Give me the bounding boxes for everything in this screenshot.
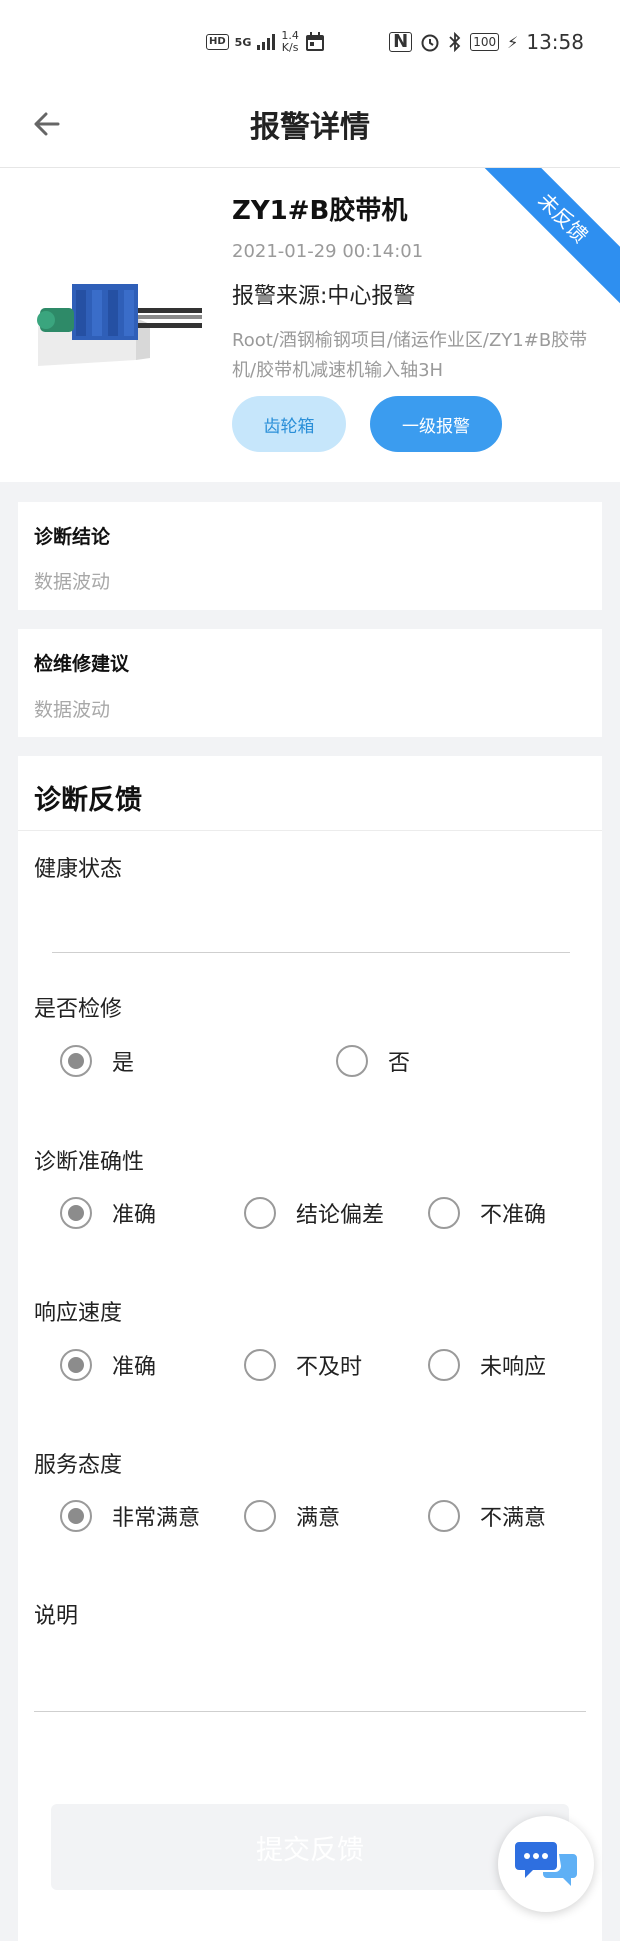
- diagnosis-section: 诊断结论 数据波动: [18, 502, 602, 610]
- feedback-title: 诊断反馈: [34, 785, 142, 816]
- speed-option-late-label: 不及时: [296, 1355, 363, 1380]
- attitude-option-satisfied[interactable]: 满意: [244, 1500, 340, 1532]
- nfc-icon: N: [389, 32, 413, 52]
- speed-option-no-response-label: 未响应: [480, 1355, 547, 1380]
- hd-badge: HD: [206, 34, 229, 50]
- status-bar: HD 5G 1.4 K/s N 100 ⚡ 13:58: [0, 0, 620, 90]
- tag-gearbox[interactable]: 齿轮箱: [232, 396, 346, 452]
- alarm-source: 报警来源:中心报警: [232, 284, 416, 309]
- attitude-option-very-satisfied-label: 非常满意: [112, 1506, 201, 1531]
- status-left: HD 5G 1.4 K/s: [206, 30, 325, 54]
- gearbox-machine-image: [37, 284, 202, 366]
- nav-bar: 报警详情: [0, 90, 620, 168]
- diagnosis-value: 数据波动: [34, 571, 111, 593]
- radio-checked-icon: [60, 1197, 92, 1229]
- calendar-icon: [305, 32, 324, 51]
- battery-indicator: 100: [470, 33, 500, 51]
- device-path: Root/酒钢榆钢项目/储运作业区/ZY1#B胶带机/胶带机减速机输入轴3H: [232, 330, 588, 381]
- charging-icon: ⚡: [507, 32, 519, 52]
- page-title: 报警详情: [250, 110, 370, 145]
- radio-checked-icon: [60, 1349, 92, 1381]
- radio-unchecked-icon: [428, 1500, 460, 1532]
- attitude-option-unsatisfied[interactable]: 不满意: [428, 1500, 546, 1532]
- status-right: N 100 ⚡ 13:58: [389, 30, 584, 54]
- health-input[interactable]: [52, 952, 570, 953]
- net-speed: 1.4 K/s: [281, 30, 299, 54]
- maintenance-value: 数据波动: [34, 699, 111, 721]
- attitude-label: 服务态度: [34, 1453, 123, 1478]
- speed-option-no-response[interactable]: 未响应: [428, 1349, 546, 1381]
- speed-label: 响应速度: [34, 1301, 123, 1326]
- attitude-option-unsatisfied-label: 不满意: [480, 1506, 547, 1531]
- signal-label: 5G: [234, 35, 252, 49]
- chat-bubbles-icon: [515, 1842, 577, 1886]
- feedback-divider: [18, 830, 602, 831]
- accuracy-label: 诊断准确性: [34, 1150, 145, 1175]
- attitude-option-very-satisfied[interactable]: 非常满意: [60, 1500, 200, 1532]
- health-label: 健康状态: [34, 857, 123, 882]
- net-speed-unit: K/s: [281, 41, 299, 54]
- radio-unchecked-icon: [428, 1197, 460, 1229]
- radio-unchecked-icon: [336, 1045, 368, 1077]
- speed-option-accurate[interactable]: 准确: [60, 1349, 156, 1381]
- alarm-info: ZY1#B胶带机 2021-01-29 00:14:01 报警来源:中心报警 R…: [232, 190, 602, 386]
- submit-feedback-button[interactable]: 提交反馈: [51, 1804, 569, 1890]
- radio-unchecked-icon: [244, 1349, 276, 1381]
- alarm-card: 未反馈 ZY1#B胶带机 2021-01-29 00:14:01 报警来源:中心…: [0, 168, 620, 482]
- radio-unchecked-icon: [244, 1500, 276, 1532]
- clock-time: 13:58: [526, 30, 584, 54]
- alarm-tags: 齿轮箱 一级报警: [232, 396, 502, 452]
- remark-label: 说明: [34, 1604, 79, 1629]
- accuracy-option-inaccurate-label: 不准确: [480, 1203, 547, 1228]
- repair-option-no-label: 否: [388, 1051, 411, 1076]
- accuracy-option-accurate-label: 准确: [112, 1203, 157, 1228]
- radio-unchecked-icon: [428, 1349, 460, 1381]
- repair-option-yes-label: 是: [112, 1051, 135, 1076]
- accuracy-option-deviation[interactable]: 结论偏差: [244, 1197, 384, 1229]
- maintenance-label: 检维修建议: [34, 653, 130, 675]
- speed-option-accurate-label: 准确: [112, 1355, 157, 1380]
- radio-unchecked-icon: [244, 1197, 276, 1229]
- accuracy-option-accurate[interactable]: 准确: [60, 1197, 156, 1229]
- tag-alarm-level[interactable]: 一级报警: [370, 396, 502, 452]
- repair-label: 是否检修: [34, 997, 123, 1022]
- repair-option-yes[interactable]: 是: [60, 1045, 134, 1077]
- device-name: ZY1#B胶带机: [232, 196, 408, 226]
- chat-button[interactable]: [498, 1816, 594, 1912]
- alarm-clock-icon: [421, 34, 439, 52]
- attitude-option-satisfied-label: 满意: [296, 1506, 341, 1531]
- radio-checked-icon: [60, 1500, 92, 1532]
- maintenance-section: 检维修建议 数据波动: [18, 629, 602, 737]
- feedback-section: 诊断反馈 健康状态 是否检修 是 否 诊断准确性 准确 结论偏差 不准确 响应速…: [18, 756, 602, 1941]
- signal-icon: [257, 34, 276, 50]
- alarm-time: 2021-01-29 00:14:01: [232, 241, 424, 262]
- accuracy-option-deviation-label: 结论偏差: [296, 1203, 385, 1228]
- diagnosis-label: 诊断结论: [34, 526, 111, 548]
- repair-option-no[interactable]: 否: [336, 1045, 410, 1077]
- speed-option-late[interactable]: 不及时: [244, 1349, 362, 1381]
- bluetooth-icon: [449, 32, 461, 52]
- radio-checked-icon: [60, 1045, 92, 1077]
- accuracy-option-inaccurate[interactable]: 不准确: [428, 1197, 546, 1229]
- remark-input[interactable]: [34, 1711, 586, 1712]
